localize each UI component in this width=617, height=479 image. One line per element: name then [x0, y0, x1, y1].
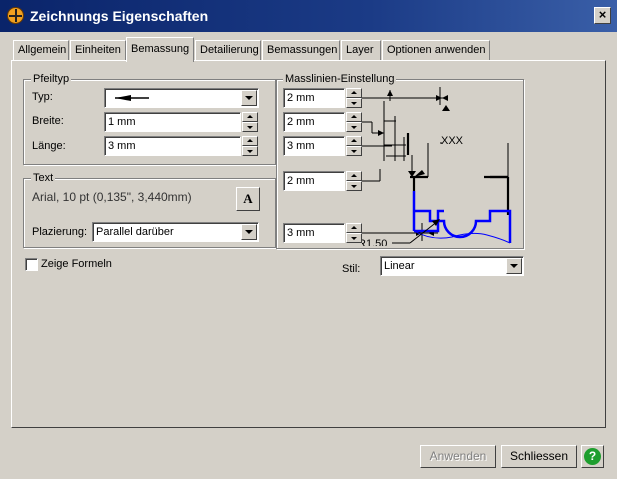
anwenden-button[interactable]: Anwenden [420, 445, 496, 468]
spin-up-icon[interactable] [346, 88, 362, 98]
pfeiltyp-group-title: Pfeiltyp [31, 73, 72, 85]
diagram-xxx-label: XXX [441, 135, 464, 147]
arrow-type-dropdown-button[interactable] [241, 90, 257, 106]
masslinie-spinner-1-input[interactable]: 2 mm [283, 88, 345, 108]
help-icon: ? [584, 448, 601, 465]
masslinie-spinner-4-input[interactable]: 2 mm [283, 171, 345, 191]
plazierung-label: Plazierung: [32, 226, 88, 238]
spin-up-icon[interactable] [242, 136, 258, 146]
text-group-title: Text [31, 172, 56, 184]
tab-bemassung[interactable]: Bemassung [126, 37, 194, 62]
laenge-label: Länge: [32, 140, 66, 152]
close-button[interactable]: × [594, 7, 611, 24]
tab-einheiten[interactable]: Einheiten [70, 40, 126, 60]
dimension-preview-diagram: XXX R1.50 [362, 87, 512, 246]
masslinie-spinner-2-input[interactable]: 2 mm [283, 112, 345, 132]
spin-down-icon[interactable] [346, 181, 362, 191]
laenge-spinner[interactable] [242, 136, 258, 156]
zeige-formeln-label[interactable]: Zeige Formeln [41, 258, 112, 270]
spin-up-icon[interactable] [242, 112, 258, 122]
spin-up-icon[interactable] [346, 112, 362, 122]
arrow-preview-icon [115, 95, 149, 101]
window-title: Zeichnungs Eigenschaften [30, 8, 209, 24]
laenge-input[interactable]: 3 mm [104, 136, 241, 156]
masslinie-spinner-3-input[interactable]: 3 mm [283, 136, 345, 156]
spin-down-icon[interactable] [242, 122, 258, 132]
tab-layer[interactable]: Layer [341, 40, 381, 60]
spin-down-icon[interactable] [346, 146, 362, 156]
spin-up-icon[interactable] [346, 136, 362, 146]
diagram-radius-label: R1.50 [362, 238, 387, 246]
stil-label: Stil: [342, 263, 361, 275]
spin-up-icon[interactable] [346, 171, 362, 181]
app-icon [7, 7, 24, 24]
typ-label: Typ: [32, 91, 53, 103]
spin-down-icon[interactable] [346, 233, 362, 243]
masslinie-spinner-1[interactable] [346, 88, 362, 108]
spin-down-icon[interactable] [346, 122, 362, 132]
masslinie-spinner-2[interactable] [346, 112, 362, 132]
tab-bemassungen[interactable]: Bemassungen [262, 40, 340, 60]
breite-spinner[interactable] [242, 112, 258, 132]
plazierung-select[interactable]: Parallel darüber [92, 222, 259, 242]
title-bar[interactable]: Zeichnungs Eigenschaften × [0, 0, 617, 32]
masslinie-spinner-3[interactable] [346, 136, 362, 156]
tab-optionen-anwenden[interactable]: Optionen anwenden [382, 40, 490, 60]
spin-down-icon[interactable] [346, 98, 362, 108]
font-description: Arial, 10 pt (0,135", 3,440mm) [32, 190, 192, 204]
plazierung-dropdown-button[interactable] [241, 224, 257, 240]
arrow-type-select[interactable] [104, 88, 259, 108]
schliessen-button[interactable]: Schliessen [501, 445, 577, 468]
font-button[interactable]: A [236, 187, 260, 211]
spin-down-icon[interactable] [242, 146, 258, 156]
masslinie-spinner-5-input[interactable]: 3 mm [283, 223, 345, 243]
breite-label: Breite: [32, 115, 64, 127]
masslinie-spinner-4[interactable] [346, 171, 362, 191]
zeige-formeln-checkbox[interactable] [25, 258, 38, 271]
spin-up-icon[interactable] [346, 223, 362, 233]
stil-dropdown-button[interactable] [506, 258, 522, 274]
help-button[interactable]: ? [581, 445, 604, 468]
tab-allgemein[interactable]: Allgemein [13, 40, 69, 60]
breite-input[interactable]: 1 mm [104, 112, 241, 132]
masslinie-spinner-5[interactable] [346, 223, 362, 243]
stil-select[interactable]: Linear [380, 256, 524, 276]
tab-detailierung[interactable]: Detailierung [195, 40, 261, 60]
tab-panel-bemassung: Pfeiltyp Typ: Breite: 1 mm Länge: 3 mm T… [11, 60, 606, 428]
